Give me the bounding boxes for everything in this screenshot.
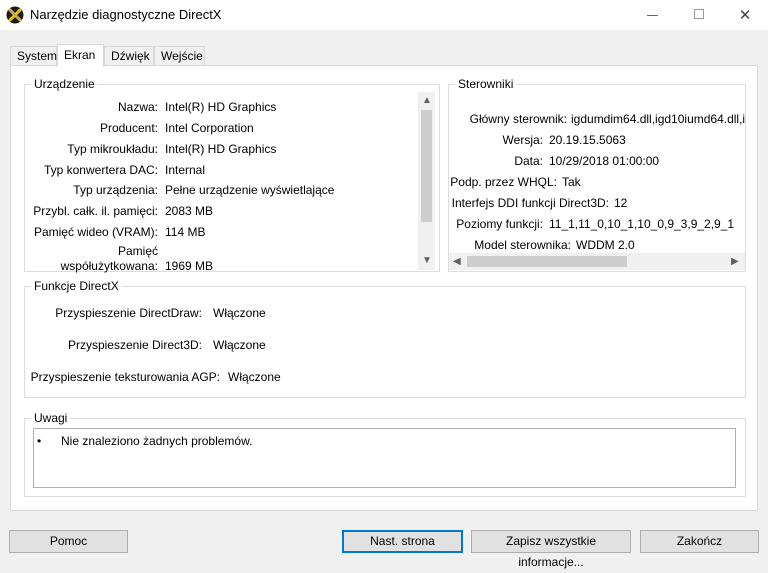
directx-features-group-label: Funkcje DirectX — [31, 279, 122, 293]
scroll-down-arrow-icon[interactable]: ▼ — [422, 256, 432, 266]
help-button[interactable]: Pomoc — [9, 530, 128, 553]
notes-group-label: Uwagi — [31, 411, 71, 425]
notes-item-text: Nie znaleziono żadnych problemów. — [61, 434, 253, 448]
tab-system[interactable]: System — [10, 46, 57, 66]
drivers-horizontal-scrollbar[interactable]: ◀ ▶ — [449, 253, 745, 270]
window-title: Narzędzie diagnostyczne DirectX — [30, 7, 222, 22]
device-group-label: Urządzenie — [31, 77, 98, 91]
scroll-left-arrow-icon[interactable]: ◀ — [453, 257, 461, 267]
close-button[interactable]: ✕ — [722, 0, 768, 30]
next-page-button[interactable]: Nast. strona — [342, 530, 463, 553]
device-scroll-thumb[interactable] — [421, 110, 432, 222]
scroll-right-arrow-icon[interactable]: ▶ — [731, 257, 739, 267]
drivers-list: Główny sterownik: igdumdim64.dll,igd10iu… — [450, 112, 745, 252]
scroll-up-arrow-icon[interactable]: ▲ — [422, 96, 432, 106]
directx-x-icon — [6, 6, 24, 24]
notes-item: • Nie znaleziono żadnych problemów. — [37, 434, 252, 448]
exit-button[interactable]: Zakończ — [640, 530, 759, 553]
title-bar: Narzędzie diagnostyczne DirectX ✕ — [0, 0, 768, 30]
tab-sound[interactable]: Dźwięk — [104, 46, 154, 66]
maximize-icon — [694, 9, 704, 19]
minimize-button[interactable] — [630, 0, 676, 30]
tab-display[interactable]: Ekran — [57, 44, 104, 67]
bullet-icon: • — [37, 434, 42, 448]
save-all-info-button[interactable]: Zapisz wszystkie informacje... — [471, 530, 631, 569]
close-icon: ✕ — [738, 7, 752, 24]
notes-textbox[interactable]: • Nie znaleziono żadnych problemów. — [33, 428, 736, 488]
drivers-group-label: Sterowniki — [455, 77, 517, 91]
minimize-icon — [647, 15, 658, 16]
maximize-button[interactable] — [676, 0, 722, 30]
tab-input[interactable]: Wejście — [154, 46, 205, 66]
drivers-scroll-thumb[interactable] — [467, 256, 627, 267]
device-vertical-scrollbar[interactable]: ▲ ▼ — [418, 92, 435, 270]
